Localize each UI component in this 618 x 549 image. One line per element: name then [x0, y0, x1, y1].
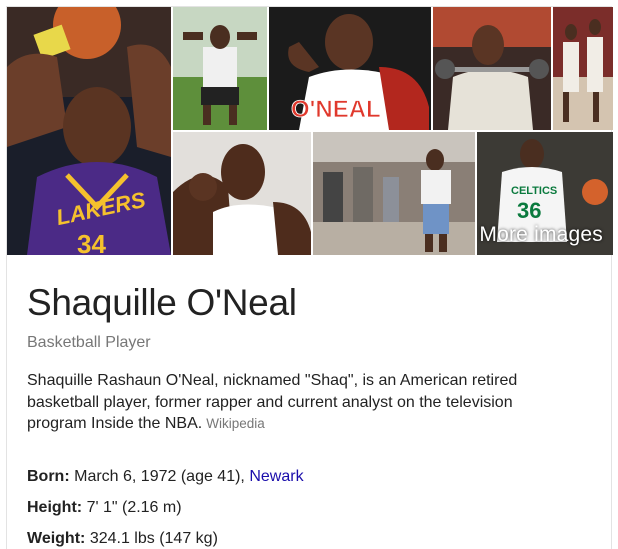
entity-subtitle: Basketball Player: [27, 334, 151, 351]
image-court-crowd[interactable]: [313, 132, 475, 255]
height-label: Height:: [27, 499, 83, 516]
fact-weight: Weight: 324.1 lbs (147 kg): [27, 530, 591, 548]
photo-cavaliers: [553, 7, 613, 130]
born-place-link[interactable]: Newark: [249, 468, 303, 485]
photo-weights: [433, 7, 551, 130]
entity-title: Shaquille O'Neal: [27, 282, 297, 323]
height-value: 7' 1" (2.16 m): [86, 499, 182, 516]
entity-description: Shaquille Rashaun O'Neal, nicknamed "Sha…: [27, 370, 567, 435]
image-flexing[interactable]: [173, 132, 311, 255]
image-celtics[interactable]: CELTICS 36 More images: [477, 132, 613, 255]
photo-crowd: [313, 132, 475, 255]
description-text: Shaquille Rashaun O'Neal, nicknamed "Sha…: [27, 372, 518, 432]
wikipedia-source-link[interactable]: Wikipedia: [206, 416, 265, 431]
photo-magazine: O'NEAL: [269, 7, 431, 130]
celtics-text: CELTICS: [511, 185, 557, 197]
weight-label: Weight:: [27, 530, 86, 547]
weight-value: 324.1 lbs (147 kg): [89, 530, 218, 547]
photo-lakers: LAKERS 34: [7, 7, 171, 255]
image-field-pose[interactable]: [173, 7, 267, 130]
jersey-number: 34: [77, 229, 106, 255]
image-cavaliers-pair[interactable]: [553, 7, 613, 130]
fact-height: Height: 7' 1" (2.16 m): [27, 499, 591, 517]
photo-field: [173, 7, 267, 130]
born-value: March 6, 1972 (age 41),: [74, 468, 245, 485]
born-label: Born:: [27, 468, 70, 485]
knowledge-panel: LAKERS 34 O'NEAL CELTICS 36 More images …: [6, 6, 613, 549]
image-weightlifting[interactable]: [433, 7, 551, 130]
fact-born: Born: March 6, 1972 (age 41), Newark: [27, 468, 591, 486]
magazine-text: O'NEAL: [291, 96, 381, 123]
more-images-link[interactable]: More images: [479, 223, 603, 247]
photo-flexing: [173, 132, 311, 255]
celtics-number: 36: [517, 198, 541, 223]
image-lakers-freethrow[interactable]: LAKERS 34: [7, 7, 171, 255]
image-oneal-magazine[interactable]: O'NEAL: [269, 7, 431, 130]
